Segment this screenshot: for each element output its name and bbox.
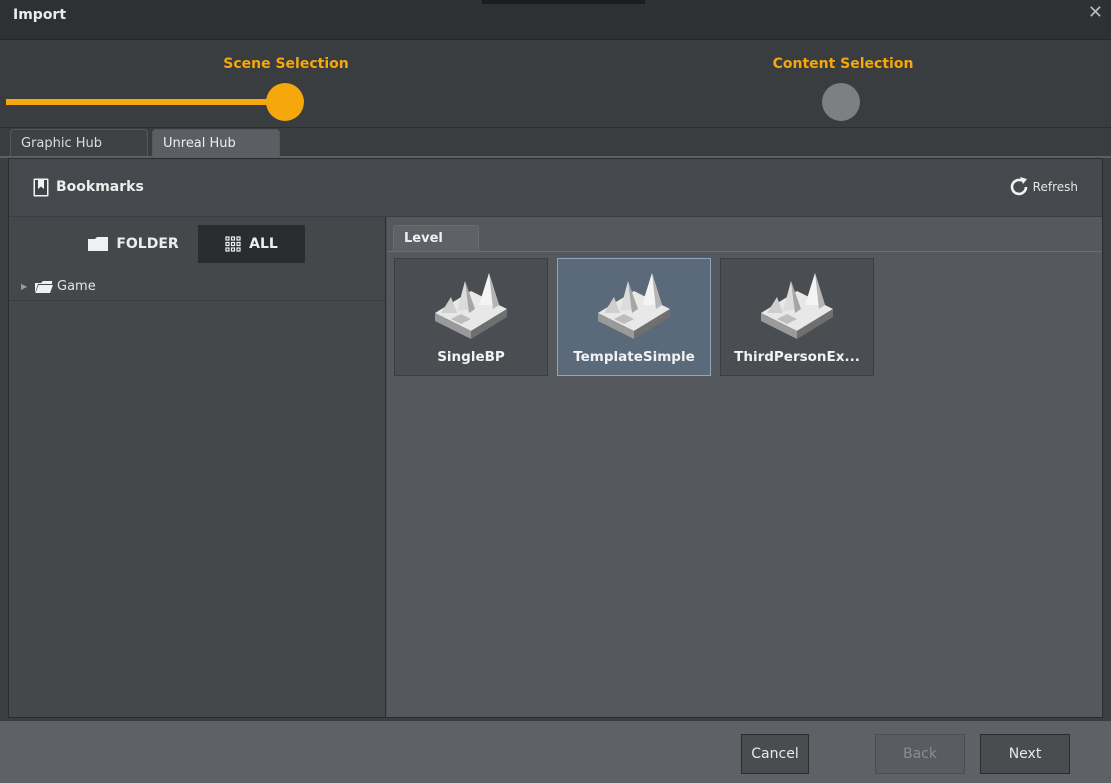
hub-tabs: Graphic Hub Unreal Hub <box>0 128 1111 158</box>
title-bar: Import ✕ <box>0 0 1111 40</box>
bookmarks-label[interactable]: Bookmarks <box>56 179 144 195</box>
step-label-content-selection: Content Selection <box>772 56 914 72</box>
browser-panel: Bookmarks Refresh FOLDER ALL ▶ Game Leve… <box>8 158 1103 718</box>
dialog-footer: Cancel Back Next <box>0 720 1111 783</box>
all-view-label: ALL <box>249 236 278 252</box>
level-tab-line <box>387 251 1102 252</box>
bookmark-icon[interactable] <box>33 178 49 197</box>
level-tile-label: TemplateSimple <box>573 349 695 365</box>
grid-icon <box>225 236 241 252</box>
title-bar-notch <box>482 0 645 4</box>
folder-view-button[interactable]: FOLDER <box>69 225 198 263</box>
bookmarks-bar: Bookmarks Refresh <box>9 159 1102 217</box>
refresh-label: Refresh <box>1032 180 1078 194</box>
tab-unreal-hub[interactable]: Unreal Hub <box>152 129 280 158</box>
cancel-button[interactable]: Cancel <box>741 734 809 774</box>
back-button[interactable]: Back <box>875 734 965 774</box>
refresh-icon <box>1010 177 1027 196</box>
view-toggle: FOLDER ALL <box>69 225 305 263</box>
tab-graphic-hub[interactable]: Graphic Hub <box>10 129 148 158</box>
progress-rail <box>6 99 284 105</box>
close-icon[interactable]: ✕ <box>1088 2 1103 23</box>
folder-tree-pane: FOLDER ALL ▶ Game <box>9 217 386 717</box>
step-indicator-scene-selection <box>266 83 304 121</box>
all-view-button[interactable]: ALL <box>198 225 305 263</box>
wizard-progress: Scene Selection Content Selection <box>0 40 1111 128</box>
next-button[interactable]: Next <box>980 734 1070 774</box>
level-tile-singlebp[interactable]: SingleBP <box>394 258 548 376</box>
folder-icon <box>35 280 53 293</box>
tree-item-game[interactable]: ▶ Game <box>9 273 385 301</box>
level-icon <box>761 273 833 339</box>
folder-icon <box>88 237 109 251</box>
tree-item-label: Game <box>57 279 96 294</box>
level-icon <box>598 273 670 339</box>
content-pane: Level SingleBP TemplateSimple ThirdPerso… <box>387 217 1102 717</box>
step-label-scene-selection: Scene Selection <box>223 56 349 72</box>
level-tile-templatesimple[interactable]: TemplateSimple <box>557 258 711 376</box>
tab-level[interactable]: Level <box>393 225 479 251</box>
step-indicator-content-selection <box>822 83 860 121</box>
level-tile-label: SingleBP <box>437 349 505 365</box>
level-grid: SingleBP TemplateSimple ThirdPersonEx... <box>394 258 874 376</box>
window-title: Import <box>13 7 67 23</box>
refresh-button[interactable]: Refresh <box>1007 175 1078 199</box>
folder-view-label: FOLDER <box>116 236 179 252</box>
folder-tree: ▶ Game <box>9 273 385 301</box>
expand-arrow-icon[interactable]: ▶ <box>21 282 35 291</box>
level-tile-label: ThirdPersonEx... <box>734 349 860 365</box>
level-tile-thirdpersonexample[interactable]: ThirdPersonEx... <box>720 258 874 376</box>
level-icon <box>435 273 507 339</box>
